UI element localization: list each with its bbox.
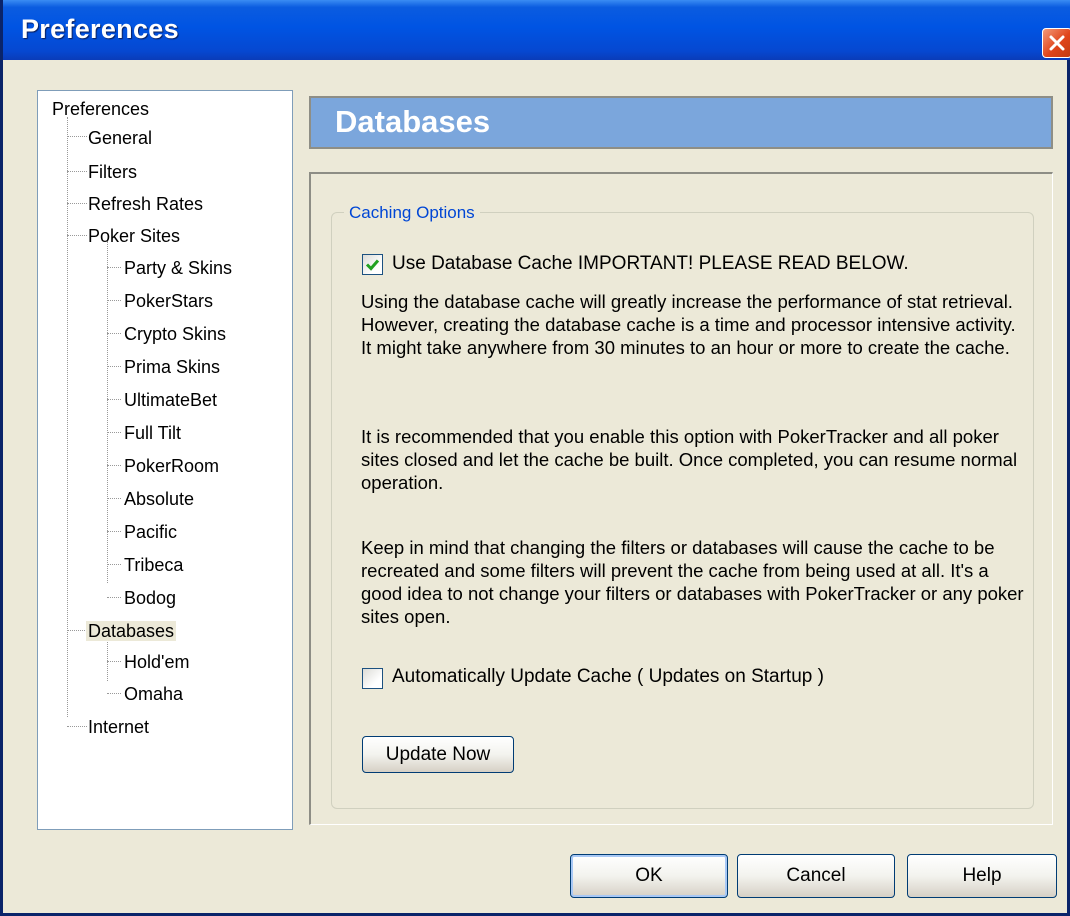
preferences-tree[interactable]: Preferences General Filters Refresh Rate… (37, 90, 293, 830)
tree-connector (107, 531, 121, 532)
tree-item-pokerroom[interactable]: PokerRoom (122, 453, 221, 479)
tree-connector (107, 399, 121, 400)
title-bar[interactable]: Preferences (3, 0, 1070, 60)
caching-options-title: Caching Options (344, 203, 480, 223)
close-button[interactable] (1042, 28, 1070, 58)
close-x-icon (1049, 35, 1065, 51)
use-database-cache-checkbox[interactable] (362, 254, 383, 275)
window-title: Preferences (21, 14, 179, 44)
tree-item-filters[interactable]: Filters (86, 159, 139, 185)
tree-connector (107, 300, 121, 301)
tree-connector (107, 366, 121, 367)
section-header: Databases (309, 96, 1053, 149)
tree-connector (107, 267, 121, 268)
preferences-dialog: Preferences Preferences General Filters … (0, 0, 1070, 916)
cache-description-paragraph: Using the database cache will greatly in… (361, 291, 1016, 358)
tree-item-poker-sites[interactable]: Poker Sites (86, 223, 182, 249)
tree-connector (67, 630, 87, 631)
ok-button[interactable]: OK (570, 854, 728, 898)
tree-item-pokerstars[interactable]: PokerStars (122, 288, 215, 314)
update-now-button[interactable]: Update Now (362, 736, 514, 773)
tree-connector (107, 432, 121, 433)
tree-connector (67, 136, 87, 137)
tree-item-bodog[interactable]: Bodog (122, 585, 178, 611)
help-button[interactable]: Help (907, 854, 1057, 898)
tree-connector (107, 498, 121, 499)
cancel-button[interactable]: Cancel (737, 854, 895, 898)
tree-connector (67, 235, 87, 236)
tree-item-absolute[interactable]: Absolute (122, 486, 196, 512)
checkmark-icon (365, 259, 380, 271)
tree-item-ultimatebet[interactable]: UltimateBet (122, 387, 219, 413)
tree-item-prima-skins[interactable]: Prima Skins (122, 354, 222, 380)
cache-warning-paragraph: Keep in mind that changing the filters o… (361, 537, 1024, 627)
tree-item-preferences[interactable]: Preferences (50, 96, 151, 122)
tree-connector (107, 597, 121, 598)
use-database-cache-label[interactable]: Use Database Cache IMPORTANT! PLEASE REA… (392, 253, 909, 275)
tree-item-holdem[interactable]: Hold'em (122, 649, 191, 675)
tree-item-party-skins[interactable]: Party & Skins (122, 255, 234, 281)
tree-item-general[interactable]: General (86, 125, 154, 151)
tree-item-databases[interactable]: Databases (86, 618, 177, 644)
tree-connector (67, 171, 87, 172)
tree-item-refresh-rates[interactable]: Refresh Rates (86, 191, 205, 217)
tree-item-pacific[interactable]: Pacific (122, 519, 179, 545)
tree-connector (107, 333, 121, 334)
tree-item-omaha[interactable]: Omaha (122, 681, 185, 707)
tree-item-crypto-skins[interactable]: Crypto Skins (122, 321, 228, 347)
tree-connector (67, 203, 87, 204)
tree-item-tribeca[interactable]: Tribeca (122, 552, 185, 578)
tree-connector (67, 117, 68, 717)
section-title: Databases (335, 104, 491, 139)
auto-update-cache-checkbox[interactable] (362, 668, 383, 689)
cache-recommendation-paragraph: It is recommended that you enable this o… (361, 426, 1018, 493)
tree-connector (107, 564, 121, 565)
auto-update-cache-label[interactable]: Automatically Update Cache ( Updates on … (392, 666, 824, 688)
tree-connector (107, 465, 121, 466)
tree-connector (107, 661, 121, 662)
tree-item-internet[interactable]: Internet (86, 714, 151, 740)
tree-item-full-tilt[interactable]: Full Tilt (122, 420, 183, 446)
tree-connector (107, 693, 121, 694)
tree-connector (67, 726, 87, 727)
